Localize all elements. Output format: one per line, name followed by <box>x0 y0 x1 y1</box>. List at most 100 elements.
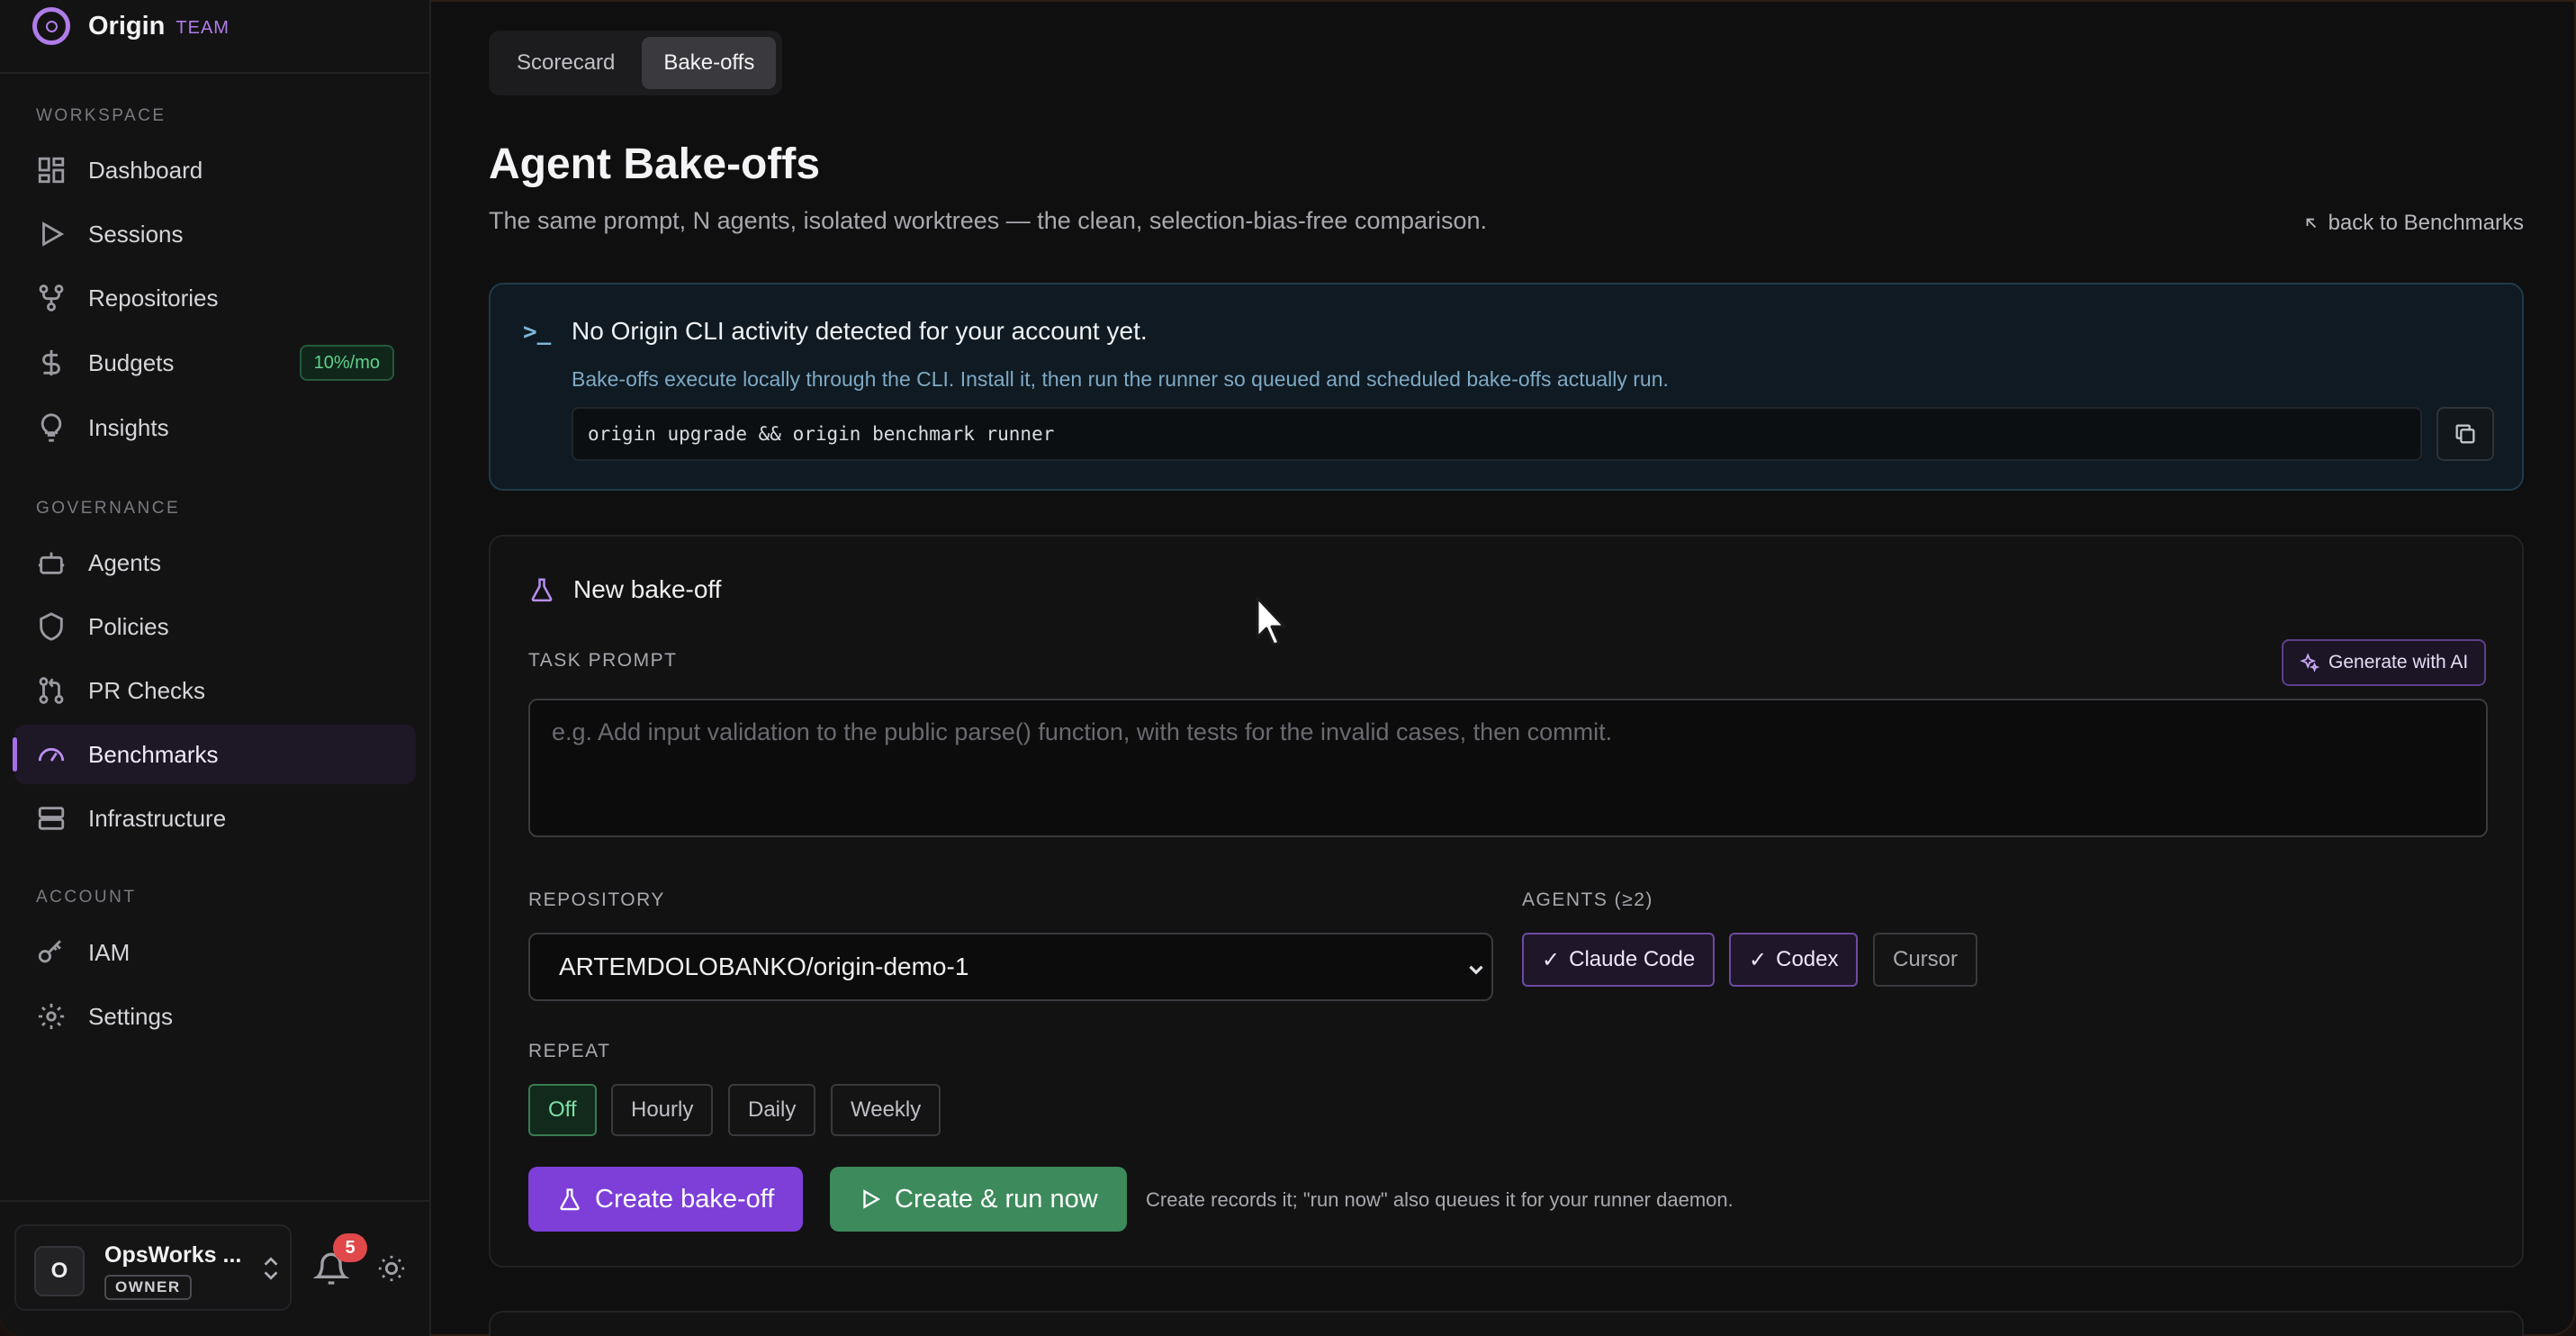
agent-chip-codex[interactable]: ✓ Codex <box>1729 933 1859 987</box>
shield-icon <box>36 611 67 642</box>
budget-usage-badge: 10%/mo <box>299 345 394 381</box>
sidebar-item-label: Policies <box>88 612 169 640</box>
org-switcher[interactable]: O OpsWorks ... OWNER <box>14 1224 292 1311</box>
sidebar-item-settings[interactable]: Settings <box>14 987 416 1046</box>
bot-icon <box>36 547 67 578</box>
key-icon <box>36 937 67 968</box>
arrow-up-left-icon <box>2306 218 2316 229</box>
sidebar-item-label: Settings <box>88 1002 173 1030</box>
sidebar-item-label: Sessions <box>88 220 184 248</box>
repeat-label: REPEAT <box>528 1041 611 1061</box>
flask-icon <box>560 1188 580 1211</box>
create-and-run-label: Create & run now <box>895 1184 1098 1214</box>
avatar: O <box>34 1246 85 1296</box>
dollar-icon <box>36 348 67 378</box>
card-title: New bake-off <box>573 575 722 603</box>
notification-count-badge: 5 <box>333 1233 367 1262</box>
repeat-daily-button[interactable]: Daily <box>728 1084 816 1136</box>
sidebar-item-label: Infrastructure <box>88 804 227 832</box>
sidebar-item-label: Insights <box>88 413 169 441</box>
sidebar-item-pr-checks[interactable]: PR Checks <box>14 661 416 720</box>
create-bake-off-label: Create bake-off <box>595 1184 775 1214</box>
origin-logo-icon <box>32 7 70 45</box>
sidebar-item-label: Dashboard <box>88 156 203 184</box>
chevron-up-down-icon <box>264 1257 278 1280</box>
repeat-off-button[interactable]: Off <box>528 1084 597 1136</box>
tab-scorecard[interactable]: Scorecard <box>495 37 636 89</box>
copy-icon <box>2455 424 2475 444</box>
sidebar-item-insights[interactable]: Insights <box>14 398 416 457</box>
repository-value: ARTEMDOLOBANKO/origin-demo-1 <box>559 952 969 980</box>
back-link-label: back to Benchmarks <box>2328 211 2524 235</box>
mouse-pointer-icon <box>1256 596 1286 646</box>
task-prompt-label: TASK PROMPT <box>528 650 678 671</box>
sidebar-item-label: PR Checks <box>88 676 206 704</box>
task-prompt-input[interactable] <box>528 699 2488 837</box>
cli-notice-title: No Origin CLI activity detected for your… <box>572 317 1148 345</box>
terminal-icon: >_ <box>523 319 552 346</box>
sidebar-item-sessions[interactable]: Sessions <box>14 204 416 264</box>
cli-command[interactable]: origin upgrade && origin benchmark runne… <box>572 407 2422 461</box>
flask-icon <box>531 578 553 602</box>
create-hint: Create records it; "run now" also queues… <box>1146 1188 1734 1211</box>
agent-chip-label: Codex <box>1776 947 1839 971</box>
cli-notice-description: Bake-offs execute locally through the CL… <box>572 367 1669 391</box>
new-bake-off-card: New bake-off TASK PROMPT Generate with A… <box>489 535 2524 1268</box>
sidebar-item-iam[interactable]: IAM <box>14 923 416 982</box>
plan-tag: TEAM <box>176 17 230 38</box>
theme-toggle-sun-icon[interactable] <box>376 1253 407 1284</box>
pull-request-icon <box>36 675 67 706</box>
create-and-run-button[interactable]: Create & run now <box>830 1167 1127 1232</box>
sidebar-item-budgets[interactable]: Budgets 10%/mo <box>14 333 416 393</box>
role-badge: OWNER <box>104 1275 192 1300</box>
check-icon: ✓ <box>1749 947 1768 972</box>
divider <box>0 1200 431 1202</box>
create-bake-off-button[interactable]: Create bake-off <box>528 1167 804 1232</box>
repeat-weekly-button[interactable]: Weekly <box>831 1084 941 1136</box>
chevron-down-icon <box>1469 965 1483 975</box>
lightbulb-icon <box>36 412 67 443</box>
play-icon <box>863 1189 881 1209</box>
sidebar-item-agents[interactable]: Agents <box>14 533 416 592</box>
sidebar-item-label: Benchmarks <box>88 740 219 768</box>
agents-label: AGENTS (≥2) <box>1522 889 1653 910</box>
divider <box>0 72 431 74</box>
agent-chip-label: Claude Code <box>1569 947 1696 971</box>
org-name: OpsWorks ... <box>104 1242 242 1268</box>
copy-command-button[interactable] <box>2436 407 2494 461</box>
sidebar-item-label: IAM <box>88 938 131 966</box>
brand[interactable]: Origin TEAM <box>32 5 230 47</box>
server-icon <box>36 803 67 834</box>
app-window: Origin TEAM WORKSPACE Dashboard Sessions… <box>0 0 2576 1336</box>
section-governance: GOVERNANCE <box>36 499 181 518</box>
page-subtitle: The same prompt, N agents, isolated work… <box>489 207 1488 234</box>
gauge-icon <box>36 739 67 770</box>
sidebar-item-label: Budgets <box>88 348 175 376</box>
sidebar: Origin TEAM WORKSPACE Dashboard Sessions… <box>0 0 431 1336</box>
repository-label: REPOSITORY <box>528 889 665 910</box>
repeat-hourly-button[interactable]: Hourly <box>611 1084 714 1136</box>
gear-icon <box>36 1001 67 1032</box>
play-icon <box>36 219 67 249</box>
sidebar-item-infrastructure[interactable]: Infrastructure <box>14 789 416 848</box>
git-branch-icon <box>36 283 67 313</box>
section-account: ACCOUNT <box>36 888 137 907</box>
agent-chip-claude-code[interactable]: ✓ Claude Code <box>1522 933 1716 987</box>
section-workspace: WORKSPACE <box>36 106 167 125</box>
cli-notice: >_ No Origin CLI activity detected for y… <box>489 283 2524 491</box>
agent-chip-label: Cursor <box>1893 947 1959 971</box>
agent-chip-cursor[interactable]: Cursor <box>1873 933 1978 987</box>
back-to-benchmarks-link[interactable]: back to Benchmarks <box>2303 211 2524 236</box>
sidebar-item-label: Repositories <box>88 284 219 311</box>
check-icon: ✓ <box>1542 947 1561 972</box>
brand-name: Origin <box>88 11 166 41</box>
sidebar-item-benchmarks[interactable]: Benchmarks <box>13 725 416 784</box>
sidebar-item-policies[interactable]: Policies <box>14 597 416 656</box>
repository-select[interactable]: ARTEMDOLOBANKO/origin-demo-1 <box>528 933 1493 1001</box>
sidebar-item-dashboard[interactable]: Dashboard <box>14 140 416 200</box>
generate-with-ai-label: Generate with AI <box>2328 652 2469 673</box>
sidebar-item-repositories[interactable]: Repositories <box>14 268 416 328</box>
page-title: Agent Bake-offs <box>489 140 821 188</box>
tab-bake-offs[interactable]: Bake-offs <box>642 37 777 89</box>
generate-with-ai-button[interactable]: Generate with AI <box>2282 639 2487 686</box>
